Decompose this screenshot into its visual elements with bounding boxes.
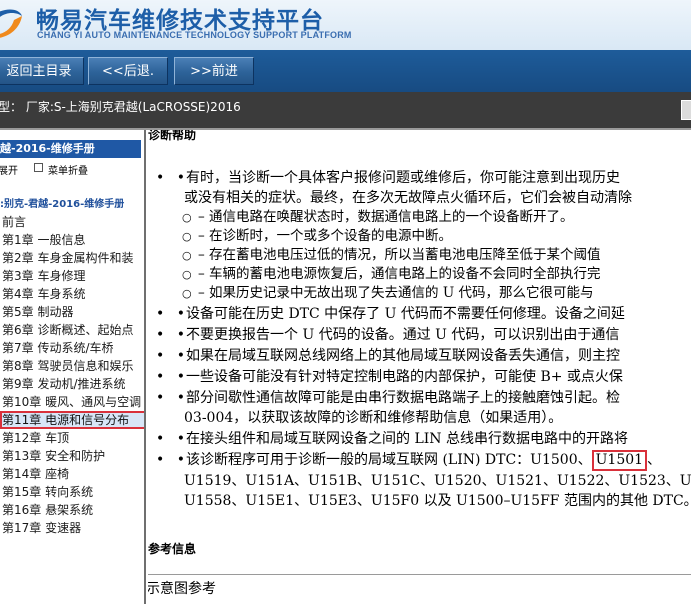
- vehicle-info-bar: 型： 厂家:S-上海别克君越(LaCROSSE)2016: [0, 92, 691, 130]
- bullet-text: U1558、U15E1、U15E3、U15F0 以及 U1500–U15FF 范…: [184, 493, 691, 509]
- bullet-text: 不要更换报告一个 U 代码的设备。通过 U 代码，可以识别出由于通信: [186, 327, 620, 343]
- sidebar-item[interactable]: 第10章 暖风、通风与空调: [0, 393, 144, 411]
- bullet-text: U1519、U151A、U151B、U151C、U1520、U1521、U152…: [184, 473, 691, 489]
- forward-button[interactable]: >>前进: [174, 57, 254, 85]
- bullet-item: 在接头组件和局域互联网设备之间的 LIN 总线串行数据电路中的开路将: [148, 429, 691, 449]
- expand-button[interactable]: 展开: [0, 162, 18, 177]
- bullet-text: 在接头组件和局域互联网设备之间的 LIN 总线串行数据电路中的开路将: [186, 431, 628, 447]
- collapse-button[interactable]: 菜单折叠: [48, 162, 88, 177]
- sidebar-item[interactable]: 第14章 座椅: [0, 465, 144, 483]
- panel-toggle-button[interactable]: [681, 100, 691, 120]
- app-header: 畅易汽车维修技术支持平台 CHANG YI AUTO MAINTENANCE T…: [0, 0, 691, 50]
- sidebar-item[interactable]: 第2章 车身金属构件和装: [0, 249, 144, 267]
- bullet-list: 有时，当诊断一个具体客户报修问题或维修后，你可能注意到出现历史 或没有相关的症状…: [148, 168, 691, 512]
- bullet-text: 一些设备可能没有针对特定控制电路的内部保护，可能使 B+ 或点火保: [186, 369, 623, 385]
- bullet-item: 一些设备可能没有针对特定控制电路的内部保护，可能使 B+ 或点火保: [148, 367, 691, 387]
- sidebar-item[interactable]: 第12章 车顶: [0, 429, 144, 447]
- bullet-item: 不要更换报告一个 U 代码的设备。通过 U 代码，可以识别出由于通信: [148, 325, 691, 345]
- sidebar-item-selected[interactable]: 第11章 电源和信号分布: [0, 411, 144, 429]
- sidebar-item[interactable]: 第6章 诊断概述、起始点: [0, 321, 144, 339]
- sidebar-item[interactable]: 第1章 一般信息: [0, 231, 144, 249]
- sub-list: – 通信电路在唤醒状态时，数据通信电路上的一个设备断开了。 – 在诊断时，一个或…: [182, 208, 691, 303]
- site-subtitle: CHANG YI AUTO MAINTENANCE TECHNOLOGY SUP…: [37, 30, 352, 40]
- home-button[interactable]: 返回主目录: [0, 57, 84, 85]
- sidebar-item[interactable]: 第16章 悬架系统: [0, 501, 144, 519]
- nav-bar: 返回主目录 <<后退. >>前进: [0, 50, 691, 92]
- swirl-logo-icon: [0, 9, 22, 38]
- sidebar-item[interactable]: 第17章 变速器: [0, 519, 144, 537]
- sub-item: – 通信电路在唤醒状态时，数据通信电路上的一个设备断开了。: [148, 208, 691, 227]
- sidebar-item[interactable]: 第4章 车身系统: [0, 285, 144, 303]
- bullet-item: 有时，当诊断一个具体客户报修问题或维修后，你可能注意到出现历史 或没有相关的症状…: [148, 168, 691, 303]
- bullet-text: 或没有相关的症状。最终，在多次无故障点火循环后，它们会被自动清除: [184, 190, 632, 206]
- bullet-text: 该诊断程序可用于诊断一般的局域互联网 (LIN) DTC：U1500、: [186, 452, 592, 468]
- tree-controls: 展开 菜单折叠: [0, 161, 144, 177]
- bullet-item: 该诊断程序可用于诊断一般的局域互联网 (LIN) DTC：U1500、U1501…: [148, 450, 691, 511]
- bullet-item: 设备可能在历史 DTC 中保存了 U 代码而不需要任何修理。设备之间延: [148, 304, 691, 324]
- sidebar: 越-2016-维修手册 展开 菜单折叠 :别克-君越-2016-维修手册 前言第…: [0, 130, 146, 604]
- bullet-text: 03-004，以获取该故障的诊断和维修帮助信息（如果适用）。: [184, 410, 563, 426]
- bullet-text: 如果在局域互联网总线网络上的其他局域互联网设备丢失通信，则主控: [186, 348, 620, 364]
- sub-item: – 车辆的蓄电池电源恢复后，通信电路上的设备不会同时全部执行完: [148, 265, 691, 284]
- sidebar-item[interactable]: 第9章 发动机/推进系统: [0, 375, 144, 393]
- sidebar-item[interactable]: 第3章 车身修理: [0, 267, 144, 285]
- dtc-code-link[interactable]: U1501: [591, 450, 648, 471]
- bullet-text: 部分间歇性通信故障可能是由串行数据电路端子上的接触磨蚀引起。检: [186, 390, 620, 406]
- manual-title[interactable]: 越-2016-维修手册: [0, 140, 141, 158]
- bullet-text: 有时，当诊断一个具体客户报修问题或维修后，你可能注意到出现历史: [186, 170, 620, 186]
- bullet-item: 如果在局域互联网总线网络上的其他局域互联网设备丢失通信，则主控: [148, 346, 691, 366]
- collapse-icon[interactable]: [34, 163, 43, 172]
- sub-item: – 在诊断时，一个或多个设备的电源中断。: [148, 227, 691, 246]
- vehicle-info: 型： 厂家:S-上海别克君越(LaCROSSE)2016: [0, 100, 241, 114]
- content-frame: 诊断帮助 有时，当诊断一个具体客户报修问题或维修后，你可能注意到出现历史 或没有…: [148, 130, 691, 575]
- sidebar-item[interactable]: 第15章 转向系统: [0, 483, 144, 501]
- sidebar-item[interactable]: 第5章 制动器: [0, 303, 144, 321]
- diagram-reference: 示意图参考: [148, 581, 216, 597]
- back-button[interactable]: <<后退.: [88, 57, 168, 85]
- bullet-item: 部分间歇性通信故障可能是由串行数据电路端子上的接触磨蚀引起。检 03-004，以…: [148, 388, 691, 428]
- sub-item: – 如果历史记录中无故出现了失去通信的 U 代码，那么它很可能与: [148, 284, 691, 303]
- chapter-list: 前言 第1章 一般信息 第2章 车身金属构件和装 第3章 车身修理 第4章 车身系统 第5…: [0, 213, 144, 537]
- reference-heading: 参考信息: [148, 542, 197, 556]
- tree-root[interactable]: :别克-君越-2016-维修手册: [0, 195, 144, 210]
- bullet-text: 、: [647, 452, 662, 468]
- section-heading: 诊断帮助: [148, 130, 197, 142]
- sidebar-item[interactable]: 第8章 驾驶员信息和娱乐: [0, 357, 144, 375]
- bullet-text: 设备可能在历史 DTC 中保存了 U 代码而不需要任何修理。设备之间延: [186, 306, 625, 322]
- sidebar-item[interactable]: 第13章 安全和防护: [0, 447, 144, 465]
- sidebar-item[interactable]: 第7章 传动系统/车桥: [0, 339, 144, 357]
- content-pane: 诊断帮助 有时，当诊断一个具体客户报修问题或维修后，你可能注意到出现历史 或没有…: [148, 130, 691, 604]
- sub-item: – 存在蓄电池电压过低的情况，所以当蓄电池电压降至低于某个阈值: [148, 246, 691, 265]
- sidebar-item[interactable]: 前言: [0, 213, 144, 231]
